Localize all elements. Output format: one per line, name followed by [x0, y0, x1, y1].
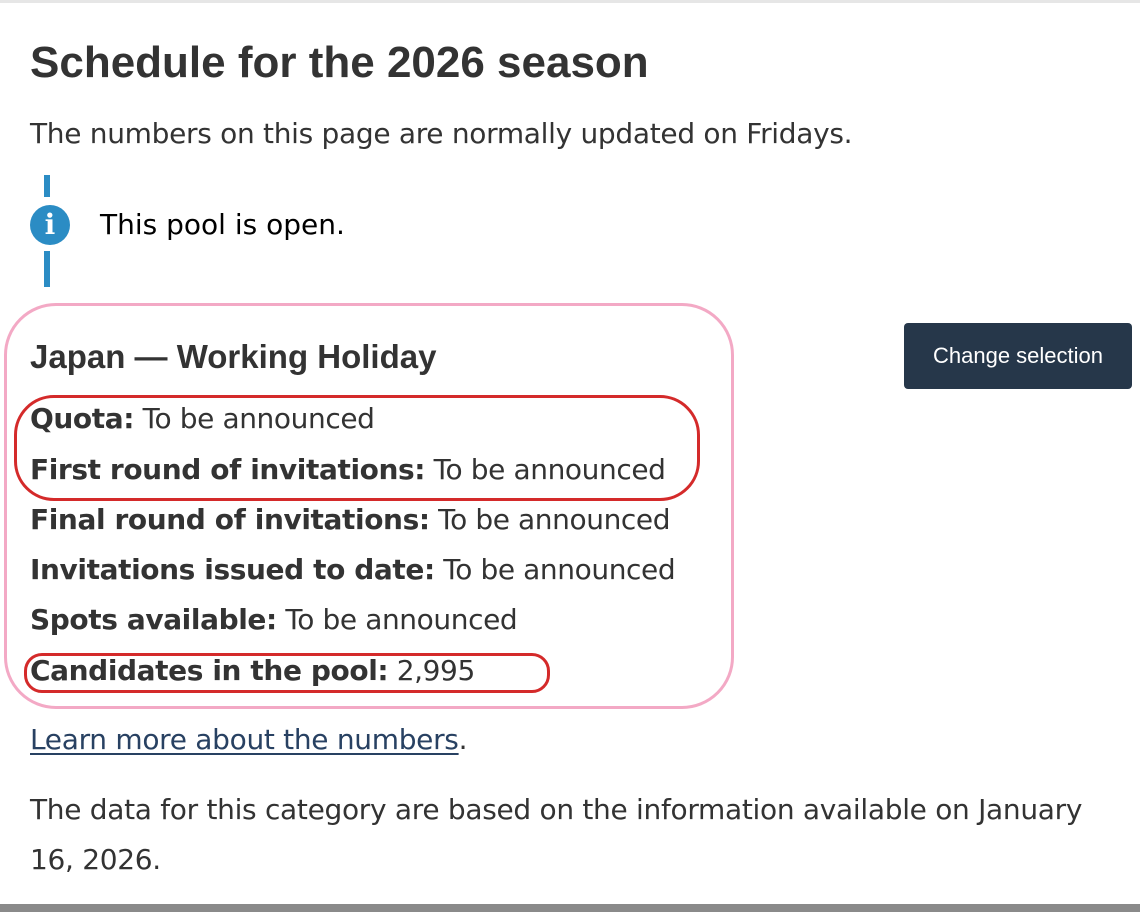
stat-value: To be announced	[443, 553, 676, 586]
stat-value: To be announced	[142, 402, 375, 435]
stat-label: Final round of invitations:	[30, 503, 430, 536]
stat-label: Candidates in the pool:	[30, 654, 389, 687]
bottom-scroll-bar	[0, 904, 1140, 912]
stat-value: To be announced	[285, 603, 518, 636]
page-title: Schedule for the 2026 season	[30, 38, 649, 87]
learn-more-line: Learn more about the numbers.	[30, 721, 468, 759]
data-date-note: The data for this category are based on …	[30, 793, 1083, 876]
stat-label: Quota:	[30, 402, 135, 435]
learn-more-link[interactable]: Learn more about the numbers	[30, 723, 459, 756]
stat-label: Spots available:	[30, 603, 277, 636]
stat-label: First round of invitations:	[30, 453, 426, 486]
stat-first-round: First round of invitations: To be announ…	[30, 451, 666, 489]
info-icon: i	[30, 205, 70, 245]
change-selection-button[interactable]: Change selection	[904, 323, 1132, 389]
stat-value: 2,995	[396, 654, 476, 687]
alert-message: This pool is open.	[100, 208, 345, 241]
stat-candidates-in-pool: Candidates in the pool: 2,995	[30, 652, 475, 690]
stat-final-round: Final round of invitations: To be announ…	[30, 501, 671, 539]
stat-invitations-issued: Invitations issued to date: To be announ…	[30, 551, 676, 589]
stat-value: To be announced	[433, 453, 666, 486]
learn-more-suffix: .	[458, 723, 468, 756]
intro-text: The numbers on this page are normally up…	[30, 117, 853, 150]
category-title: Japan — Working Holiday	[30, 338, 437, 375]
stat-spots-available: Spots available: To be announced	[30, 601, 518, 639]
page-frame: Schedule for the 2026 season The numbers…	[0, 0, 1140, 912]
stat-quota: Quota: To be announced	[30, 400, 375, 438]
stat-value: To be announced	[438, 503, 671, 536]
stat-label: Invitations issued to date:	[30, 553, 435, 586]
